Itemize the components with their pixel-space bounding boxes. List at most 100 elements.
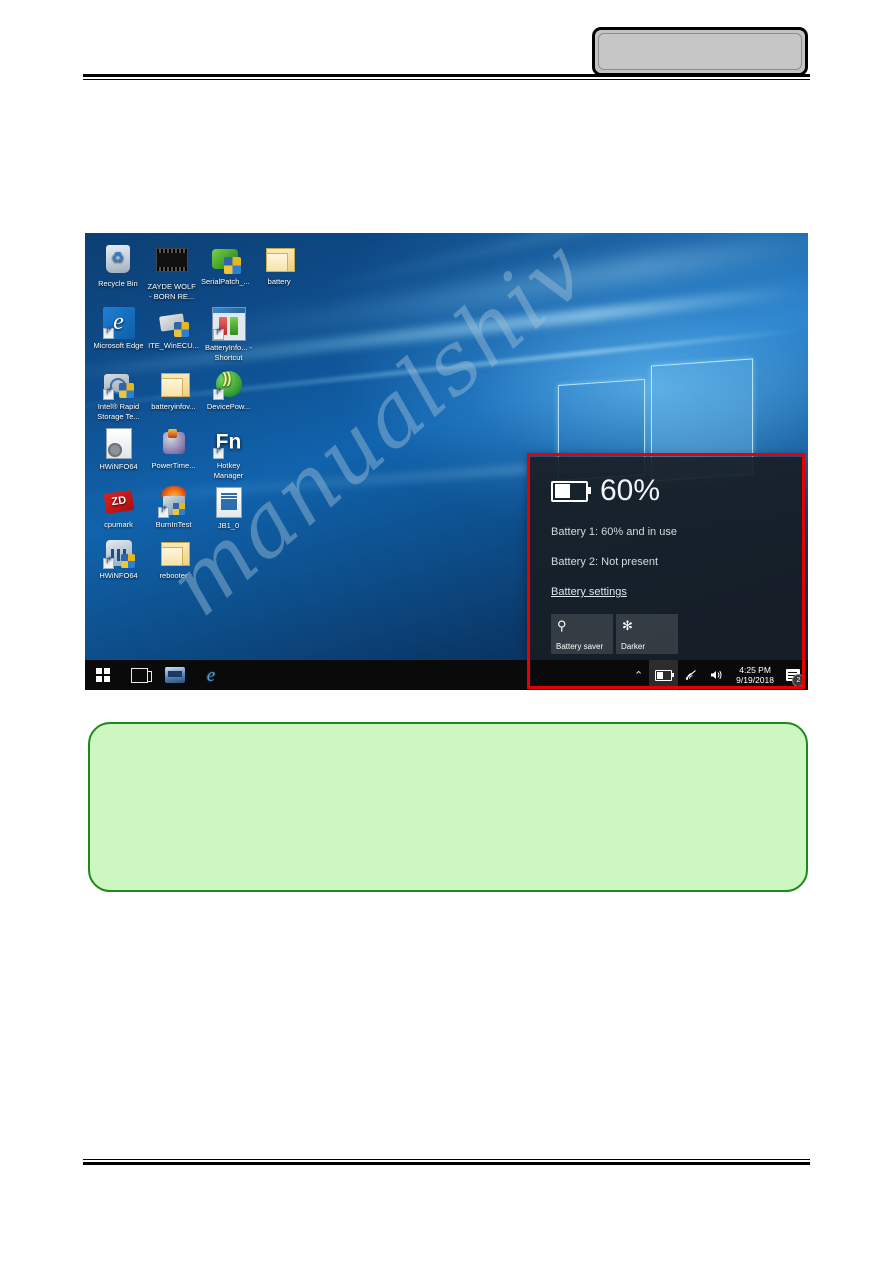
desktop-icon-label: JB1_0 bbox=[217, 521, 240, 530]
desktop-icon-powertime[interactable]: PowerTime... bbox=[146, 421, 201, 480]
wifi-icon bbox=[685, 670, 697, 680]
footer-rule bbox=[83, 1162, 810, 1165]
task-view-icon bbox=[130, 667, 152, 683]
cpumark-zd-icon bbox=[103, 486, 135, 518]
tray-time: 4:25 PM bbox=[739, 664, 771, 675]
brightness-tile[interactable]: ✻ Darker bbox=[616, 614, 678, 654]
desktop-icon-cpumark[interactable]: cpumark bbox=[91, 480, 146, 531]
intel-rapid-storage-icon bbox=[102, 368, 135, 400]
windows-start-icon bbox=[96, 668, 110, 682]
desktop-icon-batteryinfov-folder[interactable]: batteryinfov... bbox=[146, 362, 201, 421]
system-tray: ⌃ 4:25 PM 9/19/2018 2 bbox=[628, 660, 808, 690]
device-power-icon bbox=[212, 368, 245, 400]
tray-network-button[interactable] bbox=[678, 660, 704, 690]
desktop-icon-devicepower[interactable]: DevicePow... bbox=[201, 362, 256, 421]
desktop-icon-label: batteryinfov... bbox=[151, 402, 196, 411]
desktop-icon-label: BatteryInfo... - Shortcut bbox=[204, 343, 253, 362]
desktop-icon-label: battery bbox=[267, 277, 291, 286]
battery-quick-actions: ⚲ Battery saver ✻ Darker bbox=[551, 614, 802, 654]
desktop-icon-hwinfo64-doc[interactable]: HWiNFO64 bbox=[91, 421, 146, 480]
desktop-icon-row: Intel® Rapid Storage Te... batteryinfov.… bbox=[91, 362, 306, 421]
serial-patch-icon bbox=[209, 243, 242, 275]
desktop-icon-label: BurnInTest bbox=[155, 520, 192, 529]
desktop-icon-row: HWiNFO64 PowerTime... Hotkey Manager bbox=[91, 421, 306, 480]
taskbar: e ⌃ 4:25 PM 9/19/2018 2 bbox=[85, 660, 808, 690]
video-file-icon bbox=[155, 248, 188, 280]
wallpaper-beam bbox=[300, 233, 808, 298]
shortcut-overlay-icon bbox=[102, 389, 114, 400]
fn-hotkey-icon bbox=[212, 427, 245, 459]
start-button[interactable] bbox=[85, 660, 121, 690]
desktop-screenshot: Recycle Bin ZAYDE WOLF - BORN RE... Seri… bbox=[85, 233, 808, 690]
desktop-icon-label: DevicePow... bbox=[206, 402, 251, 411]
desktop-icon-intel-rapid-storage[interactable]: Intel® Rapid Storage Te... bbox=[91, 362, 146, 421]
desktop-icon-microsoft-edge[interactable]: Microsoft Edge bbox=[91, 301, 146, 362]
recycle-bin-icon bbox=[102, 245, 134, 277]
desktop-icon-label: HWiNFO64 bbox=[99, 462, 138, 471]
document-gear-icon bbox=[103, 428, 135, 460]
footer-rule-thin bbox=[83, 1159, 810, 1160]
jb-file-icon bbox=[213, 487, 245, 519]
battery-flyout-header: 60% bbox=[529, 457, 802, 506]
desktop-icon-jb1-0[interactable]: JB1_0 bbox=[201, 480, 256, 531]
tray-overflow-button[interactable]: ⌃ bbox=[628, 660, 649, 690]
battery-1-status: Battery 1: 60% and in use bbox=[551, 526, 677, 538]
desktop-icon-label: ITE_WinECU... bbox=[148, 341, 199, 350]
desktop-icon-row: Recycle Bin ZAYDE WOLF - BORN RE... Seri… bbox=[91, 237, 306, 301]
hwinfo64-icon bbox=[102, 537, 135, 569]
desktop-icon-label: SerialPatch_... bbox=[200, 277, 250, 286]
shortcut-overlay-icon bbox=[102, 328, 114, 339]
internet-explorer-button[interactable]: e bbox=[193, 660, 229, 690]
desktop-icon-rebooter-folder[interactable]: rebooter bbox=[146, 531, 201, 581]
task-view-button[interactable] bbox=[121, 660, 157, 690]
brightness-icon: ✻ bbox=[622, 618, 633, 633]
desktop-icon-recycle-bin[interactable]: Recycle Bin bbox=[91, 237, 145, 301]
notification-badge: 2 bbox=[792, 674, 805, 687]
power-time-icon bbox=[158, 427, 190, 459]
desktop-icon-grid: Recycle Bin ZAYDE WOLF - BORN RE... Seri… bbox=[91, 237, 306, 580]
desktop-icon-label: Recycle Bin bbox=[98, 279, 138, 288]
action-center-button[interactable]: 2 bbox=[780, 660, 806, 690]
desktop-icon-label: ZAYDE WOLF - BORN RE... bbox=[147, 282, 196, 301]
shortcut-overlay-icon bbox=[212, 389, 224, 400]
desktop-icon-hotkey-manager[interactable]: Hotkey Manager bbox=[201, 421, 256, 480]
folder-icon bbox=[263, 243, 296, 275]
battery-percent: 60% bbox=[600, 474, 661, 507]
header-tab bbox=[592, 27, 808, 76]
tray-date: 9/19/2018 bbox=[736, 675, 774, 685]
battery-tray-icon bbox=[655, 669, 675, 681]
desktop-icon-battery-folder[interactable]: battery bbox=[252, 237, 306, 301]
internet-explorer-icon: e bbox=[206, 664, 216, 686]
taskbar-app-button[interactable] bbox=[157, 660, 193, 690]
shortcut-overlay-icon bbox=[212, 448, 224, 459]
folder-icon bbox=[158, 537, 190, 569]
app-window-icon bbox=[165, 667, 185, 683]
desktop-icon-label: rebooter bbox=[159, 570, 188, 580]
taskbar-left: e bbox=[85, 660, 229, 690]
tray-clock[interactable]: 4:25 PM 9/19/2018 bbox=[730, 665, 780, 686]
desktop-icon-batteryinfo-shortcut[interactable]: BatteryInfo... - Shortcut bbox=[201, 301, 256, 362]
header-tab-inner bbox=[598, 33, 802, 70]
desktop-icon-row: cpumark BurnInTest JB1_0 bbox=[91, 480, 306, 531]
battery-saver-label: Battery saver bbox=[556, 642, 604, 651]
battery-icon bbox=[551, 480, 591, 502]
desktop-icon-burnintest[interactable]: BurnInTest bbox=[146, 480, 201, 531]
battery-info-icon bbox=[211, 307, 246, 341]
battery-flyout: 60% Battery 1: 60% and in use Battery 2:… bbox=[529, 457, 802, 660]
desktop-icon-hwinfo64-app[interactable]: HWiNFO64 bbox=[91, 531, 146, 581]
desktop-icon-ite-winecu[interactable]: ITE_WinECU... bbox=[146, 301, 201, 362]
tray-volume-button[interactable] bbox=[704, 660, 730, 690]
leaf-icon: ⚲ bbox=[557, 618, 567, 633]
battery-saver-tile[interactable]: ⚲ Battery saver bbox=[551, 614, 613, 654]
shortcut-overlay-icon bbox=[212, 329, 224, 340]
battery-settings-link[interactable]: Battery settings bbox=[529, 586, 649, 598]
desktop-icon-zayde-wolf[interactable]: ZAYDE WOLF - BORN RE... bbox=[145, 237, 199, 301]
ite-winecu-icon bbox=[158, 307, 190, 339]
shortcut-overlay-icon bbox=[157, 507, 169, 518]
tray-battery-button[interactable] bbox=[649, 660, 679, 690]
desktop-icon-label: Intel® Rapid Storage Te... bbox=[97, 402, 140, 421]
desktop-icon-serialpatch[interactable]: SerialPatch_... bbox=[199, 237, 253, 301]
desktop-icon-label: Microsoft Edge bbox=[93, 341, 144, 350]
desktop-icon-label: Hotkey Manager bbox=[213, 461, 244, 480]
note-callout-box bbox=[88, 722, 808, 892]
